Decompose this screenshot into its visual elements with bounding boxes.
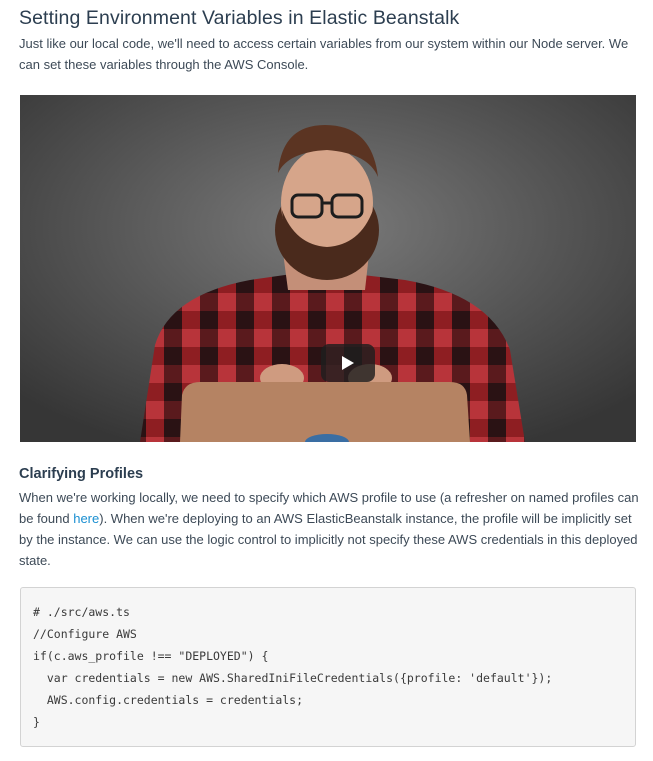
named-profiles-link[interactable]: here [73,511,99,526]
code-line: AWS.config.credentials = credentials; [33,693,304,707]
code-line: var credentials = new AWS.SharedIniFileC… [33,671,553,685]
code-line: //Configure AWS [33,627,137,641]
video-thumbnail [20,95,636,442]
code-block[interactable]: # ./src/aws.ts //Configure AWS if(c.aws_… [20,587,636,747]
code-line: if(c.aws_profile !== "DEPLOYED") { [33,649,269,663]
intro-paragraph: Just like our local code, we'll need to … [19,36,629,72]
article-page: Setting Environment Variables in Elastic… [0,0,653,761]
paragraph-text-end: ). When we're deploying to an AWS Elasti… [19,511,638,568]
code-line: } [33,715,40,729]
code-line: # ./src/aws.ts [33,605,130,619]
section-heading: Clarifying Profiles [19,466,144,482]
play-button[interactable] [321,344,375,382]
page-title: Setting Environment Variables in Elastic… [19,7,460,29]
section-paragraph: When we're working locally, we need to s… [19,487,641,571]
play-icon [342,356,354,370]
video-player[interactable] [20,95,636,442]
